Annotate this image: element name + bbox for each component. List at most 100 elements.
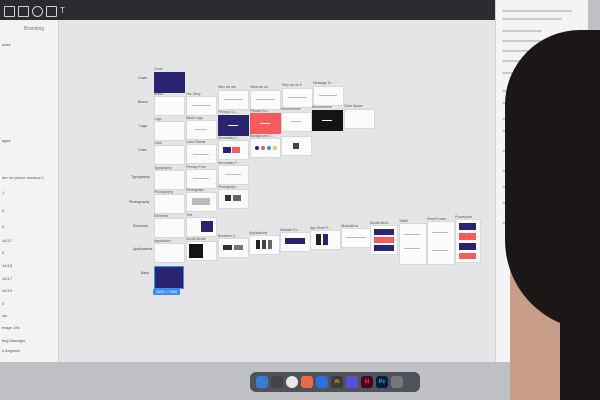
panel-row[interactable] [502,18,562,20]
what-we-do-frame[interactable] [250,90,281,110]
clear-space-frame[interactable] [344,109,375,129]
layer-item[interactable]: h Angelah [2,348,20,353]
brand-frame[interactable] [154,96,185,116]
photoshop-icon[interactable]: Ps [376,376,388,388]
primary-color-logo-red-frame[interactable] [250,113,281,134]
layer-item[interactable]: ages [2,138,11,143]
layer-item[interactable]: ting Manager [2,338,25,343]
panel-row[interactable] [502,30,542,32]
indesign-icon[interactable]: Id [361,376,373,388]
back-frame-selected[interactable] [154,266,184,289]
frame-title: Message To [313,81,332,85]
primary-font-frame[interactable] [186,169,217,189]
app-icon[interactable] [316,376,328,388]
photo: T Branding ades ages der on phone mockup… [0,0,600,400]
row-label: Cover [138,76,148,80]
frame-title: Clear Space [344,104,363,108]
application-frame[interactable] [154,243,185,263]
photography-sample-frame[interactable] [218,189,249,209]
secondary-color-frame[interactable] [218,140,249,160]
row-label: Brand [138,100,148,104]
finder-icon[interactable] [256,376,268,388]
business-card-frame[interactable] [218,238,249,258]
frame-title: Primary Co... [218,110,238,114]
row-label: Applications [133,247,153,251]
frame-tool-icon[interactable] [18,6,29,17]
hand-tool-icon[interactable] [72,6,81,15]
tablet-frame[interactable] [399,223,427,265]
frame-title: Who we are [218,85,237,89]
app-icon[interactable] [346,376,358,388]
row-label: Logo [139,124,147,128]
powerpoint-frame[interactable] [455,219,481,263]
row-label: Elements [133,224,148,228]
monochrome-frame[interactable] [281,112,312,132]
typography-frame[interactable] [154,170,185,190]
text-frame[interactable] [186,217,217,237]
shape-tool-icon[interactable] [32,6,43,17]
frame-title: Monochrome [312,105,332,109]
layer-item[interactable]: 44/19 [2,288,12,293]
basic-logo-frame[interactable] [186,120,217,140]
applications-frame[interactable] [249,235,280,255]
message-to-frame[interactable] [313,86,344,106]
social-media-post-frame[interactable] [370,225,398,255]
layer-item[interactable]: 1 [2,190,4,195]
layer-item[interactable]: mage 19s [2,325,20,330]
photos-icon[interactable] [301,376,313,388]
frame-title: What we do [250,85,268,89]
layer-item[interactable]: 0 [2,224,4,229]
design-canvas[interactable]: Cover Brand Logo Color Typography Photog… [59,20,495,362]
who-we-are-frame[interactable] [218,90,249,110]
layers-panel: Branding ades ages der on phone mockup 1… [0,20,59,362]
primary-color-logo-frame[interactable] [218,115,249,136]
layer-item[interactable]: 44/18 [2,263,12,268]
color-extra-frame[interactable] [281,136,312,156]
frame-title: Cover [154,67,164,71]
email-footer-frame[interactable] [427,221,455,265]
layer-item[interactable]: der on phone mockup 1 [2,175,44,180]
move-tool-icon[interactable] [4,6,15,17]
layer-item[interactable]: cts [2,313,7,318]
cover-frame[interactable] [154,72,185,93]
layer-item[interactable]: 44/17 [2,238,12,243]
row-label: Color [138,148,147,152]
text-tool-icon[interactable]: T [60,6,69,15]
layer-item[interactable]: ades [2,42,11,47]
layer-item[interactable]: 0 [2,208,4,213]
background-color-frame[interactable] [250,138,281,158]
website-frame[interactable] [280,232,311,252]
pen-tool-icon[interactable] [46,6,57,17]
launchpad-icon[interactable] [271,376,283,388]
color-frame[interactable] [154,145,185,165]
layer-item[interactable]: 0 [2,301,4,306]
photography-grid-frame[interactable] [186,192,217,212]
social-media-frame[interactable] [186,241,217,261]
panel-row[interactable] [502,10,572,12]
trash-icon[interactable] [391,376,403,388]
selection-size-label: 1600 × 1080 [153,289,181,295]
page-selector[interactable]: Branding [24,26,44,32]
person-hair-lower [560,170,600,400]
monitor-screen: T Branding ades ages der on phone mockup… [0,0,588,362]
logo-frame[interactable] [154,121,185,141]
secondary-font-frame[interactable] [218,165,249,185]
dock: Ai Id Ps [250,372,420,392]
why-we-do-it-frame[interactable] [282,88,313,108]
illustrator-icon[interactable]: Ai [331,376,343,388]
frame-title: Why we do it [282,83,302,87]
app-store-frame[interactable] [310,230,341,250]
color-palette-frame[interactable] [186,144,217,164]
layer-item[interactable]: 44/17 [2,276,12,281]
row-label: Photography [129,200,150,204]
frame-title: Monochrome [281,107,301,111]
illustrations-frame[interactable] [341,228,371,248]
photography-frame[interactable] [154,194,185,214]
monochrome-dark-frame[interactable] [312,110,343,131]
row-label: Back [141,271,149,275]
layer-item[interactable]: 0 [2,250,4,255]
row-label: Typography [131,175,150,179]
our-story-frame[interactable] [186,96,217,116]
chrome-icon[interactable] [286,376,298,388]
elements-frame[interactable] [154,218,185,238]
